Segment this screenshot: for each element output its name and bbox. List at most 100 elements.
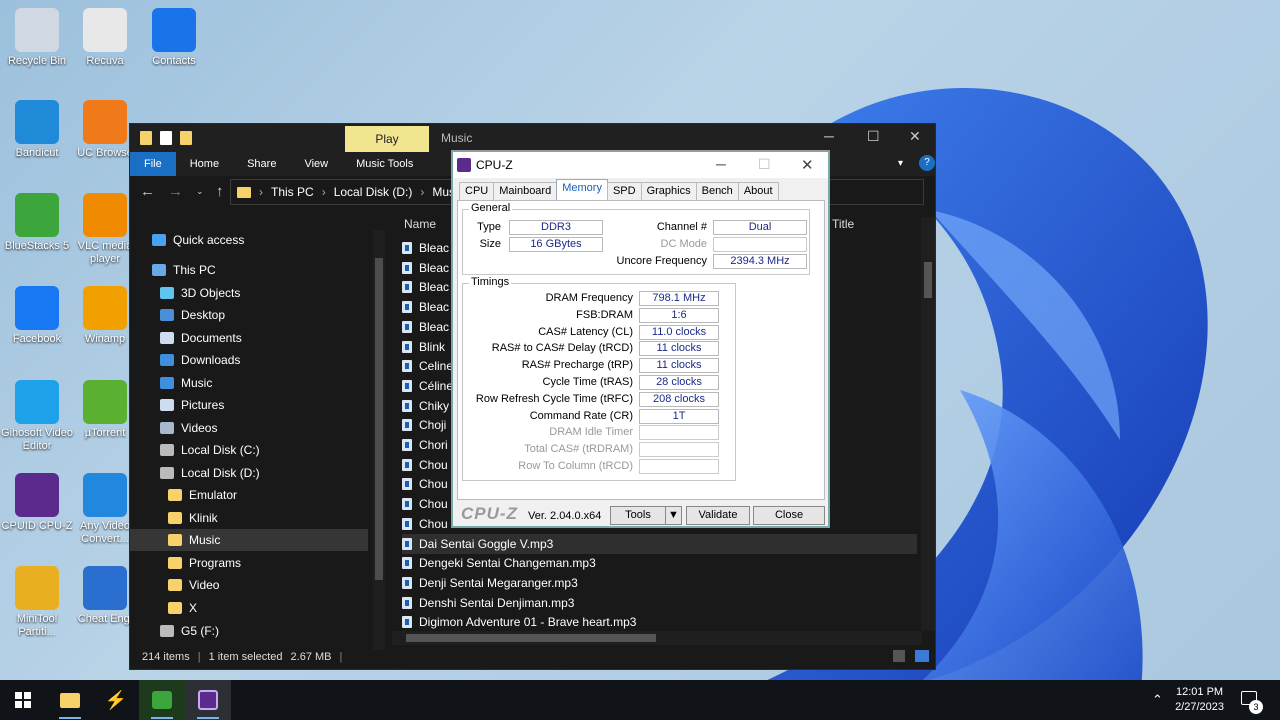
nav-item[interactable]: Quick access bbox=[130, 229, 368, 251]
version-text: Ver. 2.04.0.x64 bbox=[528, 510, 602, 522]
desktop-icon[interactable]: Bandicut bbox=[0, 100, 74, 160]
taskbar-file-explorer[interactable] bbox=[47, 680, 93, 720]
close-button[interactable]: ✕ bbox=[801, 156, 814, 174]
tab-play[interactable]: Play bbox=[345, 126, 429, 152]
file-name: Blink bbox=[419, 339, 446, 354]
file-row[interactable]: Denji Sentai Megaranger.mp3 bbox=[402, 573, 917, 593]
desktop-icon[interactable]: BlueStacks 5 bbox=[0, 193, 74, 253]
column-header-title[interactable]: Title bbox=[832, 217, 854, 231]
chevron-down-icon[interactable]: ▾ bbox=[898, 152, 903, 176]
breadcrumb-separator: › bbox=[259, 185, 263, 199]
maximize-button[interactable]: ☐ bbox=[758, 156, 771, 173]
file-row[interactable]: Dai Sentai Goggle V.mp3 bbox=[402, 533, 917, 554]
nav-item[interactable]: X bbox=[130, 597, 368, 619]
folder-icon[interactable] bbox=[140, 131, 152, 145]
file-row[interactable]: Dengeki Sentai Changeman.mp3 bbox=[402, 553, 917, 573]
tab-spd[interactable]: SPD bbox=[606, 182, 642, 200]
help-icon[interactable]: ? bbox=[919, 155, 935, 171]
nav-item[interactable]: Desktop bbox=[130, 304, 368, 326]
selection-count: 1 item selected bbox=[208, 651, 283, 663]
nav-item[interactable]: Music bbox=[130, 372, 368, 394]
validate-button[interactable]: Validate bbox=[686, 506, 750, 525]
cpuz-titlebar[interactable]: CPU-Z ─ ☐ ✕ bbox=[453, 152, 828, 178]
desktop-icon[interactable]: MiniTool Partiti... bbox=[0, 566, 74, 639]
minimize-button[interactable]: ─ bbox=[716, 156, 726, 172]
file-row[interactable]: Digimon Adventure 01 - Brave heart.mp3 bbox=[402, 612, 917, 632]
start-button[interactable] bbox=[0, 680, 46, 720]
navigation-scrollbar[interactable] bbox=[373, 230, 385, 650]
desktop-icon[interactable]: Contacts bbox=[137, 8, 211, 68]
nav-item[interactable]: Klinik bbox=[130, 507, 368, 529]
new-folder-icon[interactable] bbox=[180, 131, 192, 145]
recent-chevron-icon[interactable]: ⌄ bbox=[196, 186, 206, 197]
tab-cpu[interactable]: CPU bbox=[459, 182, 495, 200]
forward-arrow-icon[interactable]: → bbox=[168, 183, 186, 200]
nav-item[interactable]: Local Disk (C:) bbox=[130, 439, 368, 461]
picture-icon bbox=[160, 399, 174, 411]
file-name: Chou bbox=[419, 457, 448, 472]
close-button[interactable]: ✕ bbox=[909, 128, 921, 145]
tab-graphics[interactable]: Graphics bbox=[640, 182, 697, 200]
tools-button[interactable]: Tools bbox=[610, 506, 666, 525]
tab-bench[interactable]: Bench bbox=[695, 182, 739, 200]
nav-item[interactable]: Pictures bbox=[130, 394, 368, 416]
tab-home[interactable]: Home bbox=[176, 152, 233, 176]
nav-item[interactable]: Music bbox=[130, 529, 368, 551]
recuva-icon bbox=[83, 8, 127, 52]
audio-file-icon bbox=[402, 596, 412, 609]
desktop-icon[interactable]: CPUID CPU-Z bbox=[0, 473, 74, 533]
tab-about[interactable]: About bbox=[737, 182, 779, 200]
large-icons-view-icon[interactable] bbox=[915, 650, 929, 662]
horizontal-scrollbar[interactable] bbox=[392, 631, 922, 645]
nav-item[interactable]: Documents bbox=[130, 327, 368, 349]
file-list-scrollbar[interactable] bbox=[921, 217, 935, 631]
close-cpuz-button[interactable]: Close bbox=[753, 506, 825, 525]
tab-view[interactable]: View bbox=[290, 152, 342, 176]
item-count: 214 items bbox=[142, 651, 190, 663]
nav-item[interactable]: Programs bbox=[130, 552, 368, 574]
audio-file-icon bbox=[402, 261, 412, 274]
nav-item[interactable]: Local Disk (D:) bbox=[130, 462, 368, 484]
taskbar-winamp[interactable]: ⚡ bbox=[93, 680, 139, 720]
cpuz-window[interactable]: CPU-Z ─ ☐ ✕ CPU Mainboard Memory SPD Graphic… bbox=[452, 151, 829, 527]
chevron-up-icon[interactable]: ⌃ bbox=[1152, 692, 1163, 708]
desktop-icon[interactable]: Gihosoft Video Editor bbox=[0, 380, 74, 453]
back-arrow-icon[interactable]: ← bbox=[140, 183, 158, 200]
desktop-icon[interactable]: Facebook bbox=[0, 286, 74, 346]
nav-item[interactable]: G5 (F:) bbox=[130, 620, 368, 642]
selection-size: 2.67 MB bbox=[290, 651, 332, 663]
tab-mainboard[interactable]: Mainboard bbox=[493, 182, 558, 200]
tab-music-tools[interactable]: Music Tools bbox=[342, 152, 427, 176]
column-header-name[interactable]: Name bbox=[404, 217, 436, 231]
maximize-button[interactable]: ☐ bbox=[867, 128, 880, 145]
nav-item-label: Videos bbox=[181, 421, 218, 435]
desktop-icon[interactable]: Recycle Bin bbox=[0, 8, 74, 68]
nav-item[interactable]: Downloads bbox=[130, 349, 368, 371]
system-clock[interactable]: 12:01 PM 2/27/2023 bbox=[1175, 685, 1224, 715]
tab-file[interactable]: File bbox=[130, 152, 176, 176]
timing-label: RAS# to CAS# Delay (tRCD) bbox=[491, 342, 633, 355]
timing-value: 208 clocks bbox=[639, 391, 719, 407]
taskbar-cpuz[interactable] bbox=[185, 680, 231, 720]
nav-item[interactable]: Video bbox=[130, 574, 368, 596]
nav-item[interactable]: 3D Objects bbox=[130, 282, 368, 304]
desktop-icon[interactable]: Recuva bbox=[68, 8, 142, 68]
explorer-titlebar[interactable]: Play Music ─ ☐ ✕ bbox=[130, 124, 935, 152]
taskbar-bluestacks[interactable] bbox=[139, 680, 185, 720]
timing-value: 11 clocks bbox=[639, 358, 719, 374]
timing-value: 1T bbox=[639, 408, 719, 424]
nav-item[interactable]: This PC bbox=[130, 259, 368, 281]
nav-item[interactable]: Videos bbox=[130, 417, 368, 439]
tab-memory[interactable]: Memory bbox=[556, 179, 608, 200]
minimize-button[interactable]: ─ bbox=[824, 128, 834, 144]
folder-icon bbox=[168, 534, 182, 546]
file-row[interactable]: Denshi Sentai Denjiman.mp3 bbox=[402, 593, 917, 613]
audio-file-icon bbox=[402, 576, 412, 589]
tools-dropdown-chevron-icon[interactable]: ▼ bbox=[665, 506, 682, 525]
nav-item[interactable]: Emulator bbox=[130, 484, 368, 506]
properties-icon[interactable] bbox=[160, 131, 172, 145]
details-view-icon[interactable] bbox=[893, 650, 905, 662]
tab-share[interactable]: Share bbox=[233, 152, 290, 176]
breadcrumb-this-pc[interactable]: This PC bbox=[271, 185, 314, 199]
breadcrumb-local-disk-d[interactable]: Local Disk (D:) bbox=[334, 185, 413, 199]
